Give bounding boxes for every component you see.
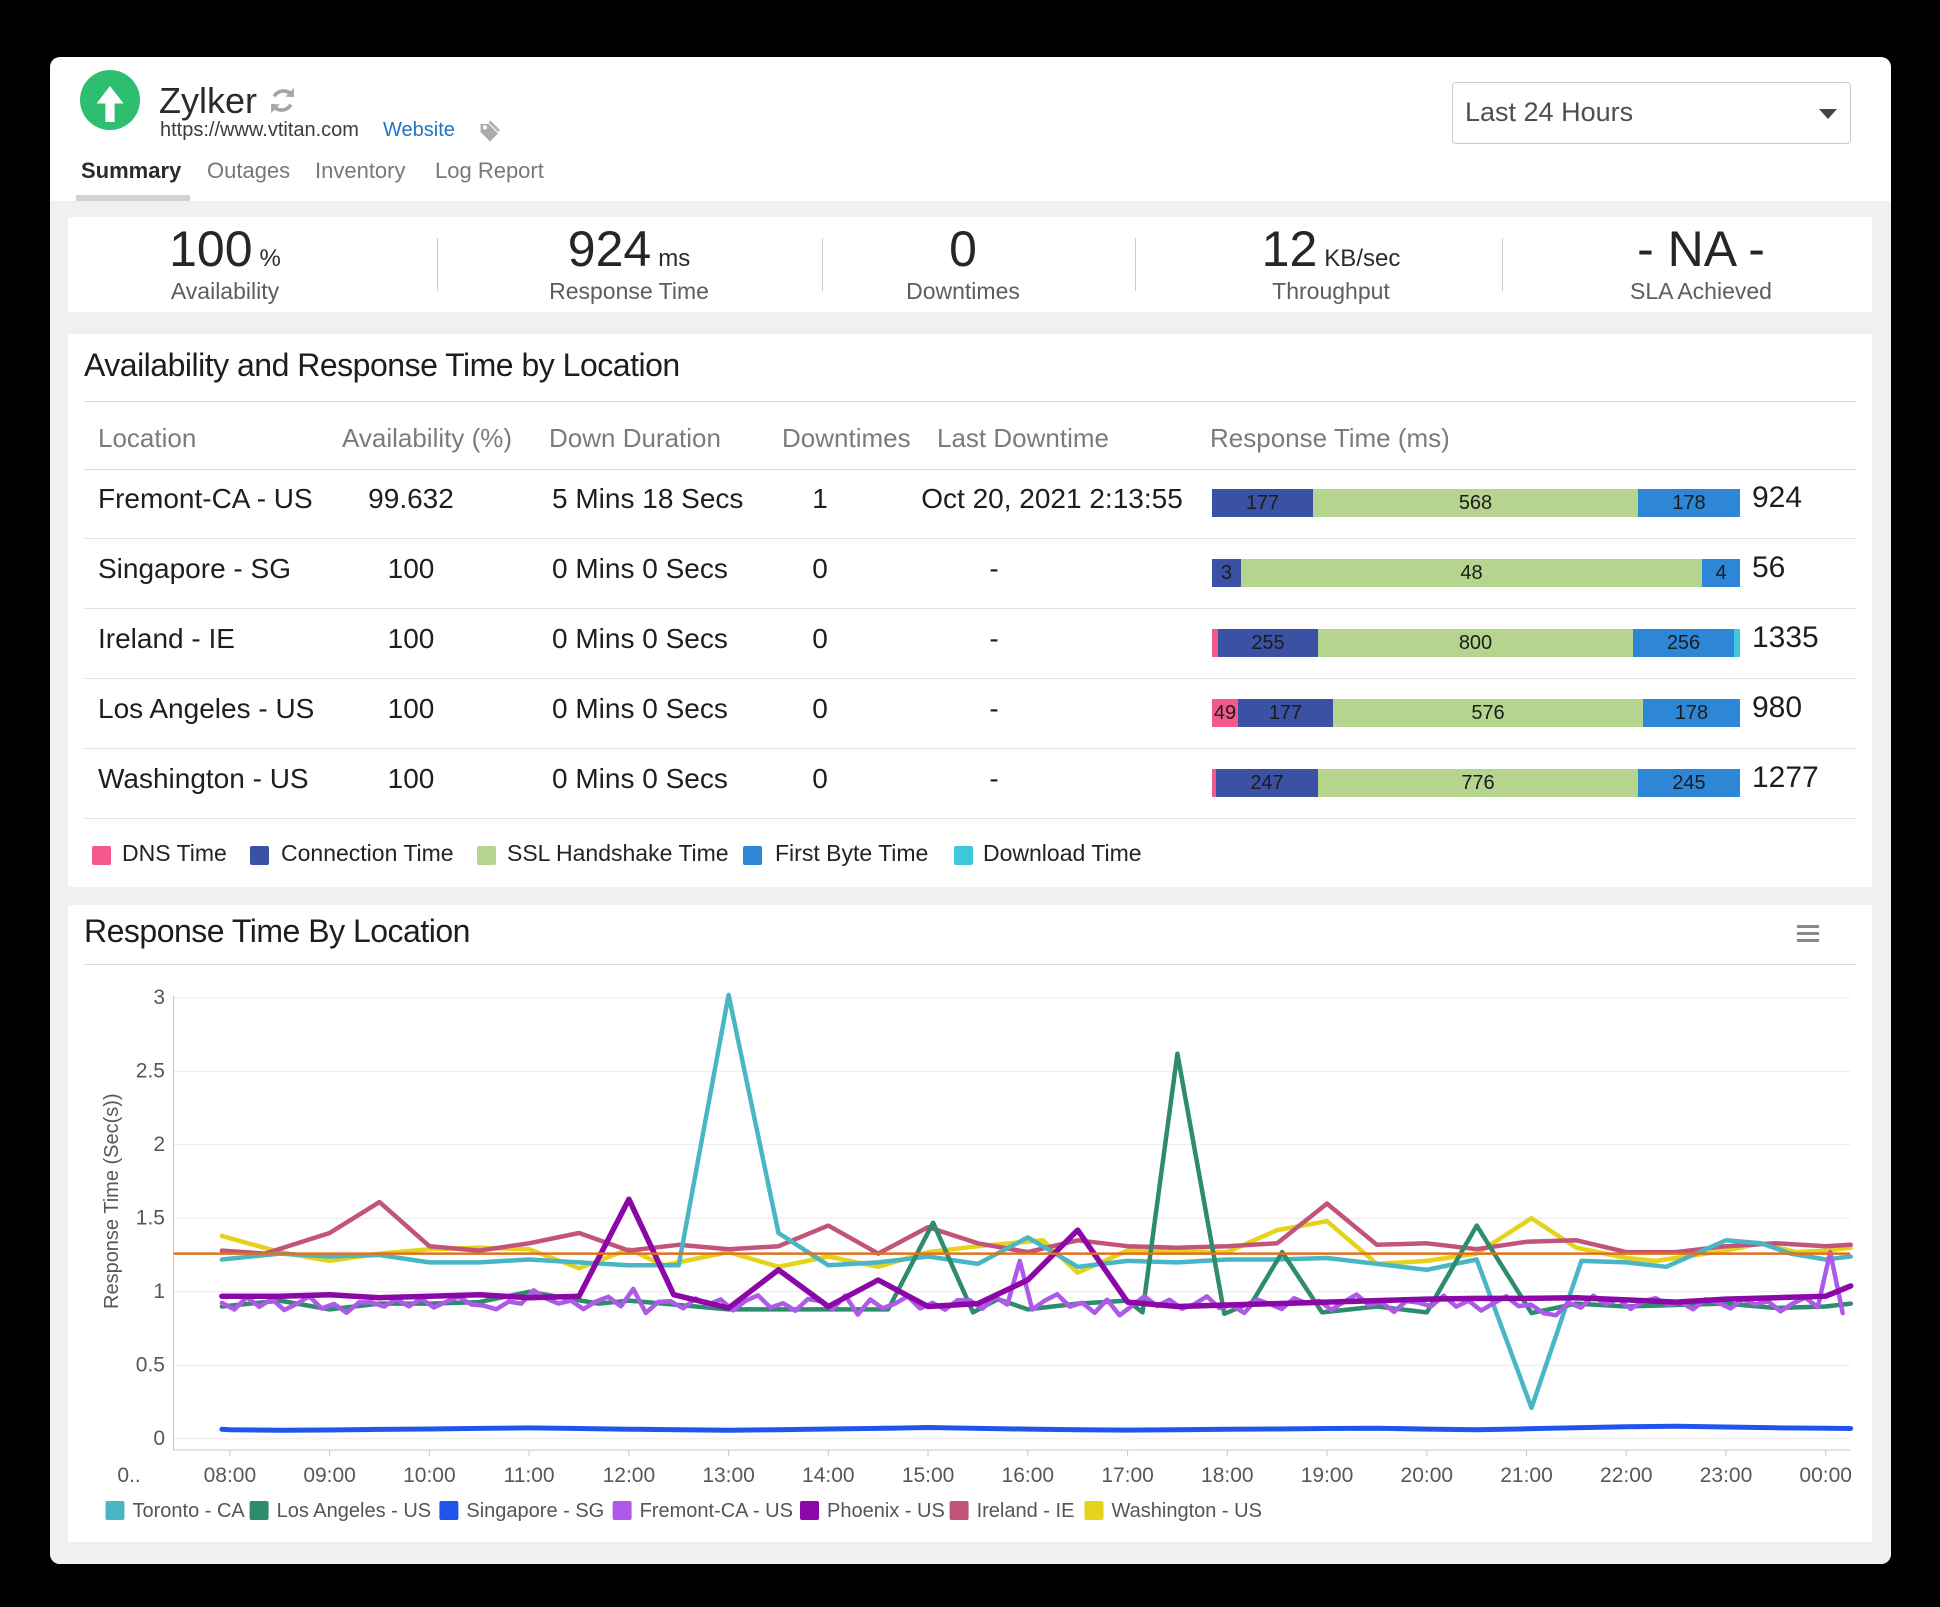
svg-text:Fremont-CA - US: Fremont-CA - US — [640, 1500, 793, 1522]
svg-text:1.5: 1.5 — [136, 1206, 165, 1229]
svg-text:1: 1 — [153, 1280, 165, 1303]
svg-text:0: 0 — [153, 1427, 165, 1450]
svg-text:12:00: 12:00 — [603, 1464, 656, 1487]
svg-text:Washington - US: Washington - US — [1112, 1500, 1262, 1522]
svg-text:3: 3 — [153, 986, 165, 1009]
svg-text:08:00: 08:00 — [204, 1464, 257, 1487]
svg-text:16:00: 16:00 — [1002, 1464, 1055, 1487]
svg-text:18:00: 18:00 — [1201, 1464, 1254, 1487]
svg-text:20:00: 20:00 — [1401, 1464, 1454, 1487]
svg-text:10:00: 10:00 — [403, 1464, 456, 1487]
svg-text:22:00: 22:00 — [1600, 1464, 1653, 1487]
svg-text:Toronto - CA: Toronto - CA — [133, 1500, 246, 1522]
svg-text:0..: 0.. — [117, 1464, 140, 1487]
svg-text:Phoenix - US: Phoenix - US — [827, 1500, 945, 1522]
svg-text:19:00: 19:00 — [1301, 1464, 1354, 1487]
svg-text:Los Angeles - US: Los Angeles - US — [277, 1500, 432, 1522]
svg-text:23:00: 23:00 — [1700, 1464, 1753, 1487]
svg-text:2.5: 2.5 — [136, 1059, 165, 1082]
svg-text:0.5: 0.5 — [136, 1353, 165, 1376]
svg-text:Response Time (Sec(s)): Response Time (Sec(s)) — [101, 1093, 123, 1309]
svg-text:13:00: 13:00 — [702, 1464, 755, 1487]
svg-text:11:00: 11:00 — [504, 1464, 555, 1487]
svg-text:17:00: 17:00 — [1101, 1464, 1154, 1487]
svg-text:21:00: 21:00 — [1500, 1464, 1553, 1487]
svg-text:Singapore - SG: Singapore - SG — [466, 1500, 604, 1522]
svg-text:00:00: 00:00 — [1799, 1464, 1852, 1487]
svg-text:14:00: 14:00 — [802, 1464, 855, 1487]
svg-text:15:00: 15:00 — [902, 1464, 955, 1487]
svg-text:09:00: 09:00 — [303, 1464, 356, 1487]
svg-text:Ireland - IE: Ireland - IE — [977, 1500, 1075, 1522]
svg-text:2: 2 — [153, 1133, 165, 1156]
